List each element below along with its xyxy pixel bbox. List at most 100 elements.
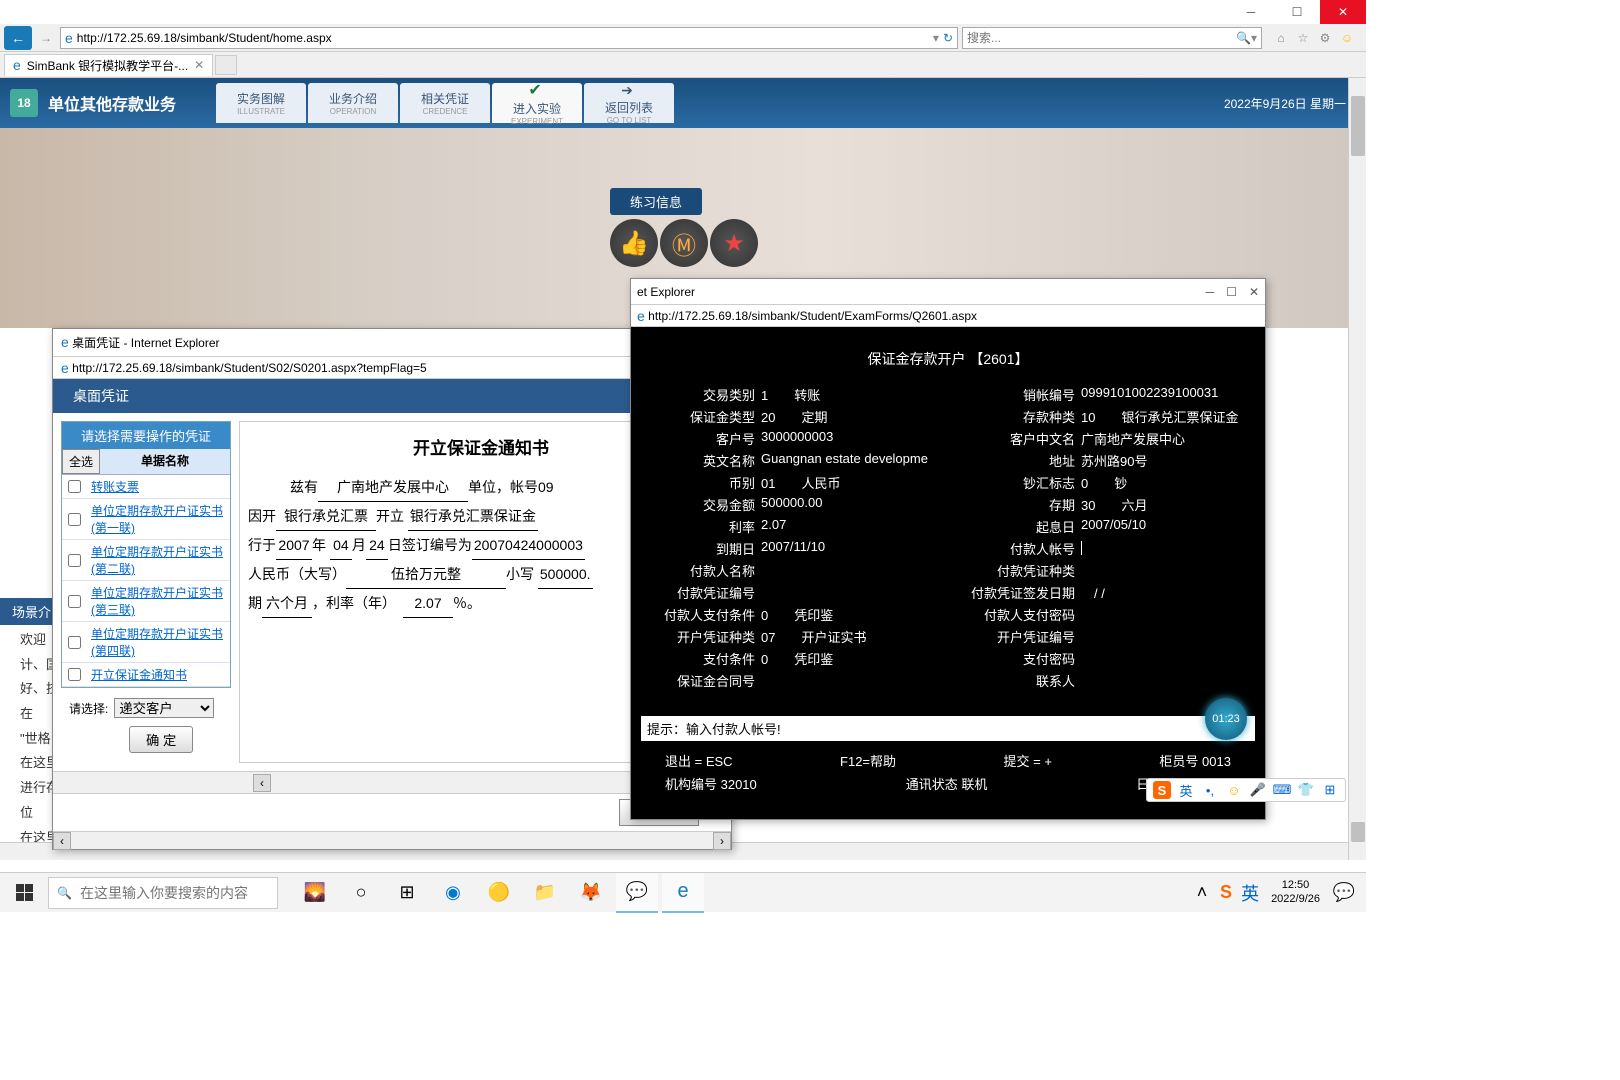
- taskbar-search[interactable]: 🔍: [48, 877, 278, 909]
- term-field-value[interactable]: 苏州路90号: [1081, 451, 1241, 470]
- browser-tab[interactable]: e SimBank 银行模拟教学平台-... ✕: [4, 54, 213, 76]
- voucher-checkbox[interactable]: [68, 554, 81, 567]
- maximize-button[interactable]: ☐: [1274, 0, 1320, 24]
- voucher-row[interactable]: 单位定期存款开户证实书(第二联): [62, 540, 230, 581]
- term-field-value[interactable]: 10 银行承兑汇票保证金: [1081, 407, 1241, 426]
- term-field-value[interactable]: 2007/05/10: [1081, 517, 1241, 536]
- smiley-icon[interactable]: ☺: [1338, 29, 1356, 47]
- refresh-icon[interactable]: ↻: [943, 31, 953, 45]
- nav-tab-return[interactable]: ➔返回列表GO TO LIST: [584, 83, 674, 123]
- dropdown-icon[interactable]: ▾: [933, 31, 939, 45]
- tray-expand-icon[interactable]: ˄: [1191, 873, 1213, 913]
- address-bar[interactable]: e ▾ ↻: [60, 27, 958, 49]
- voucher-row[interactable]: 单位定期存款开户证实书(第一联): [62, 499, 230, 540]
- close-icon[interactable]: ✕: [1249, 285, 1259, 299]
- voucher-checkbox[interactable]: [68, 636, 81, 649]
- url-input[interactable]: [77, 31, 929, 45]
- term-field-value[interactable]: 0 凭印鉴: [761, 649, 951, 668]
- cortana-icon[interactable]: ○: [340, 873, 382, 913]
- edge-icon[interactable]: ◉: [432, 873, 474, 913]
- search-dropdown-icon[interactable]: ▾: [1251, 31, 1257, 45]
- term-field-value[interactable]: Guangnan estate developme: [761, 451, 951, 470]
- gear-icon[interactable]: ⚙: [1316, 29, 1334, 47]
- tray-lang-icon[interactable]: 英: [1239, 873, 1261, 913]
- term-field-value[interactable]: [1081, 539, 1241, 558]
- term-field-value[interactable]: 500000.00: [761, 495, 951, 514]
- confirm-button[interactable]: 确 定: [129, 726, 193, 753]
- search-bar[interactable]: 🔍 ▾: [962, 27, 1262, 49]
- ime-punct-icon[interactable]: •,: [1201, 781, 1219, 799]
- voucher-link[interactable]: 单位定期存款开户证实书(第三联): [91, 584, 224, 618]
- term-field-value[interactable]: [1081, 649, 1241, 668]
- chrome-icon[interactable]: 🟡: [478, 873, 520, 913]
- minimize-button[interactable]: ─: [1228, 0, 1274, 24]
- ime-lang[interactable]: 英: [1177, 781, 1195, 799]
- minimize-icon[interactable]: ─: [1206, 285, 1215, 299]
- maximize-icon[interactable]: ☐: [1226, 285, 1237, 299]
- voucher-link[interactable]: 转账支票: [91, 478, 139, 495]
- thumbs-up-icon[interactable]: 👍: [610, 219, 658, 267]
- scroll-right-icon[interactable]: ›: [713, 832, 731, 850]
- new-tab-button[interactable]: [215, 55, 237, 75]
- star-icon[interactable]: ★: [710, 219, 758, 267]
- term-field-value[interactable]: [761, 671, 951, 690]
- ime-toolbox-icon[interactable]: ⊞: [1321, 781, 1339, 799]
- voucher-link[interactable]: 单位定期存款开户证实书(第一联): [91, 502, 224, 536]
- search-icon[interactable]: 🔍: [1236, 31, 1251, 45]
- voucher-link[interactable]: 开立保证金通知书: [91, 666, 187, 683]
- start-button[interactable]: [0, 873, 48, 913]
- voucher-checkbox[interactable]: [68, 480, 81, 493]
- voucher-checkbox[interactable]: [68, 668, 81, 681]
- term-field-value[interactable]: 20 定期: [761, 407, 951, 426]
- voucher-row[interactable]: 单位定期存款开户证实书(第三联): [62, 581, 230, 622]
- weather-widget[interactable]: 🌄: [294, 873, 336, 913]
- term-field-value[interactable]: 30 六月: [1081, 495, 1241, 514]
- vertical-scrollbar[interactable]: [1348, 78, 1366, 860]
- term-field-value[interactable]: 广南地产发展中心: [1081, 429, 1241, 448]
- ime-mic-icon[interactable]: 🎤: [1249, 781, 1267, 799]
- term-field-value[interactable]: [1081, 561, 1241, 580]
- favorite-icon[interactable]: ☆: [1294, 29, 1312, 47]
- term-field-value[interactable]: [1081, 627, 1241, 646]
- taskbar-search-input[interactable]: [80, 885, 269, 901]
- system-clock[interactable]: 12:50 2022/9/26: [1263, 879, 1328, 905]
- ime-keyboard-icon[interactable]: ⌨: [1273, 781, 1291, 799]
- nav-tab-credence[interactable]: 相关凭证CREDENCE: [400, 83, 490, 123]
- term-field-value[interactable]: 2007/11/10: [761, 539, 951, 558]
- search-input[interactable]: [967, 31, 1236, 45]
- term-field-value[interactable]: [1081, 671, 1241, 690]
- term-field-value[interactable]: 01 人民币: [761, 473, 951, 492]
- voucher-checkbox[interactable]: [68, 513, 81, 526]
- tab-close-icon[interactable]: ✕: [194, 58, 204, 72]
- file-explorer-icon[interactable]: 📁: [524, 873, 566, 913]
- ime-toolbar[interactable]: S 英 •, ☺ 🎤 ⌨ 👕 ⊞: [1146, 778, 1346, 802]
- voucher-row[interactable]: 转账支票: [62, 475, 230, 499]
- home-icon[interactable]: ⌂: [1272, 29, 1290, 47]
- term-field-value[interactable]: 1 转账: [761, 385, 951, 404]
- term-field-value[interactable]: [761, 561, 951, 580]
- tray-sogou-icon[interactable]: S: [1215, 873, 1237, 913]
- firefox-icon[interactable]: 🦊: [570, 873, 612, 913]
- scroll-left-icon[interactable]: ‹: [53, 832, 71, 850]
- scroll-left-icon[interactable]: ‹: [253, 774, 271, 792]
- term-field-value[interactable]: 0 钞: [1081, 473, 1241, 492]
- ie-taskbar-icon[interactable]: e: [662, 873, 704, 913]
- notifications-icon[interactable]: 💬: [1330, 873, 1358, 913]
- term-field-value[interactable]: / /: [1081, 583, 1241, 602]
- term-field-value[interactable]: 2.07: [761, 517, 951, 536]
- sogou-icon[interactable]: S: [1153, 781, 1171, 799]
- term-field-value[interactable]: [761, 583, 951, 602]
- term-field-value[interactable]: [1081, 605, 1241, 624]
- action-select[interactable]: 递交客户: [114, 698, 214, 718]
- voucher-checkbox[interactable]: [68, 595, 81, 608]
- nav-tab-operation[interactable]: 业务介绍OPERATION: [308, 83, 398, 123]
- voucher-row[interactable]: 开立保证金通知书: [62, 663, 230, 687]
- nav-tab-illustrate[interactable]: 实务图解ILLUSTRATE: [216, 83, 306, 123]
- term-field-value[interactable]: 3000000003: [761, 429, 951, 448]
- voucher-row[interactable]: 单位定期存款开户证实书(第四联): [62, 622, 230, 663]
- ime-skin-icon[interactable]: 👕: [1297, 781, 1315, 799]
- task-view-icon[interactable]: ⊞: [386, 873, 428, 913]
- ime-smiley-icon[interactable]: ☺: [1225, 781, 1243, 799]
- coin-icon[interactable]: Ⓜ: [660, 219, 708, 267]
- term-field-value[interactable]: 0999101002239100031: [1081, 385, 1241, 404]
